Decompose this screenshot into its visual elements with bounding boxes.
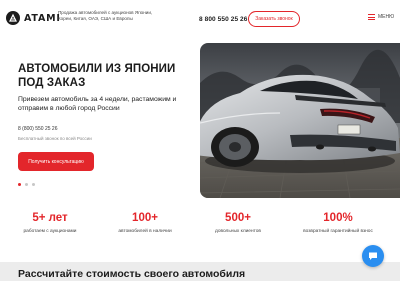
slider-dot[interactable]: [25, 183, 28, 186]
site-header: ATAMI Продажа автомобилей с аукционов Яп…: [0, 0, 400, 40]
tagline: Продажа автомобилей с аукционов Японии, …: [58, 10, 153, 21]
menu-label: МЕНЮ: [378, 14, 395, 20]
logo[interactable]: ATAMI: [6, 11, 61, 25]
hero-phone[interactable]: 8 (800) 550 25 26: [18, 126, 57, 132]
stat-value: 100+: [132, 212, 158, 224]
logo-text: ATAMI: [24, 12, 61, 24]
slider-dots: [18, 183, 39, 186]
stat-item: 500+ довольных клиентов: [193, 212, 283, 234]
calculator-section: Рассчитайте стоимость своего автомобиля: [0, 262, 400, 281]
slider-dot[interactable]: [18, 183, 21, 186]
logo-mark-icon: [6, 11, 20, 25]
header-phone[interactable]: 8 800 550 25 26: [199, 16, 248, 23]
stats-row: 5+ лет работаем с аукционами 100+ автомо…: [0, 212, 400, 244]
stat-label: работаем с аукционами: [23, 229, 77, 234]
hero-subtitle: Привезем автомобиль за 4 недели, растамо…: [18, 96, 177, 112]
stat-value: 100%: [323, 212, 353, 224]
callback-button[interactable]: Заказать звонок: [248, 11, 300, 27]
hero-title: АВТОМОБИЛИ ИЗ ЯПОНИИ ПОД ЗАКАЗ: [18, 63, 176, 89]
chat-button[interactable]: [362, 245, 384, 267]
hero-car-image: [200, 43, 400, 198]
menu-button[interactable]: МЕНЮ: [368, 14, 394, 20]
stat-item: 100+ автомобилей в наличии: [100, 212, 190, 234]
consultation-button[interactable]: Получить консультацию: [18, 152, 94, 171]
chat-bubble-icon: [369, 252, 377, 260]
slider-dot[interactable]: [32, 183, 35, 186]
hamburger-icon: [368, 14, 375, 20]
stat-item: 5+ лет работаем с аукционами: [5, 212, 95, 234]
stat-label: возвратный гарантийный взнос: [303, 229, 373, 234]
stat-item: 100% возвратный гарантийный взнос: [293, 212, 383, 234]
hero-phone-note: Бесплатный звонок по всей России: [18, 136, 92, 141]
stat-value: 5+ лет: [32, 212, 68, 224]
stat-value: 500+: [225, 212, 251, 224]
stat-label: автомобилей в наличии: [118, 229, 172, 234]
calculator-title: Рассчитайте стоимость своего автомобиля: [18, 268, 246, 280]
stat-label: довольных клиентов: [215, 229, 261, 234]
